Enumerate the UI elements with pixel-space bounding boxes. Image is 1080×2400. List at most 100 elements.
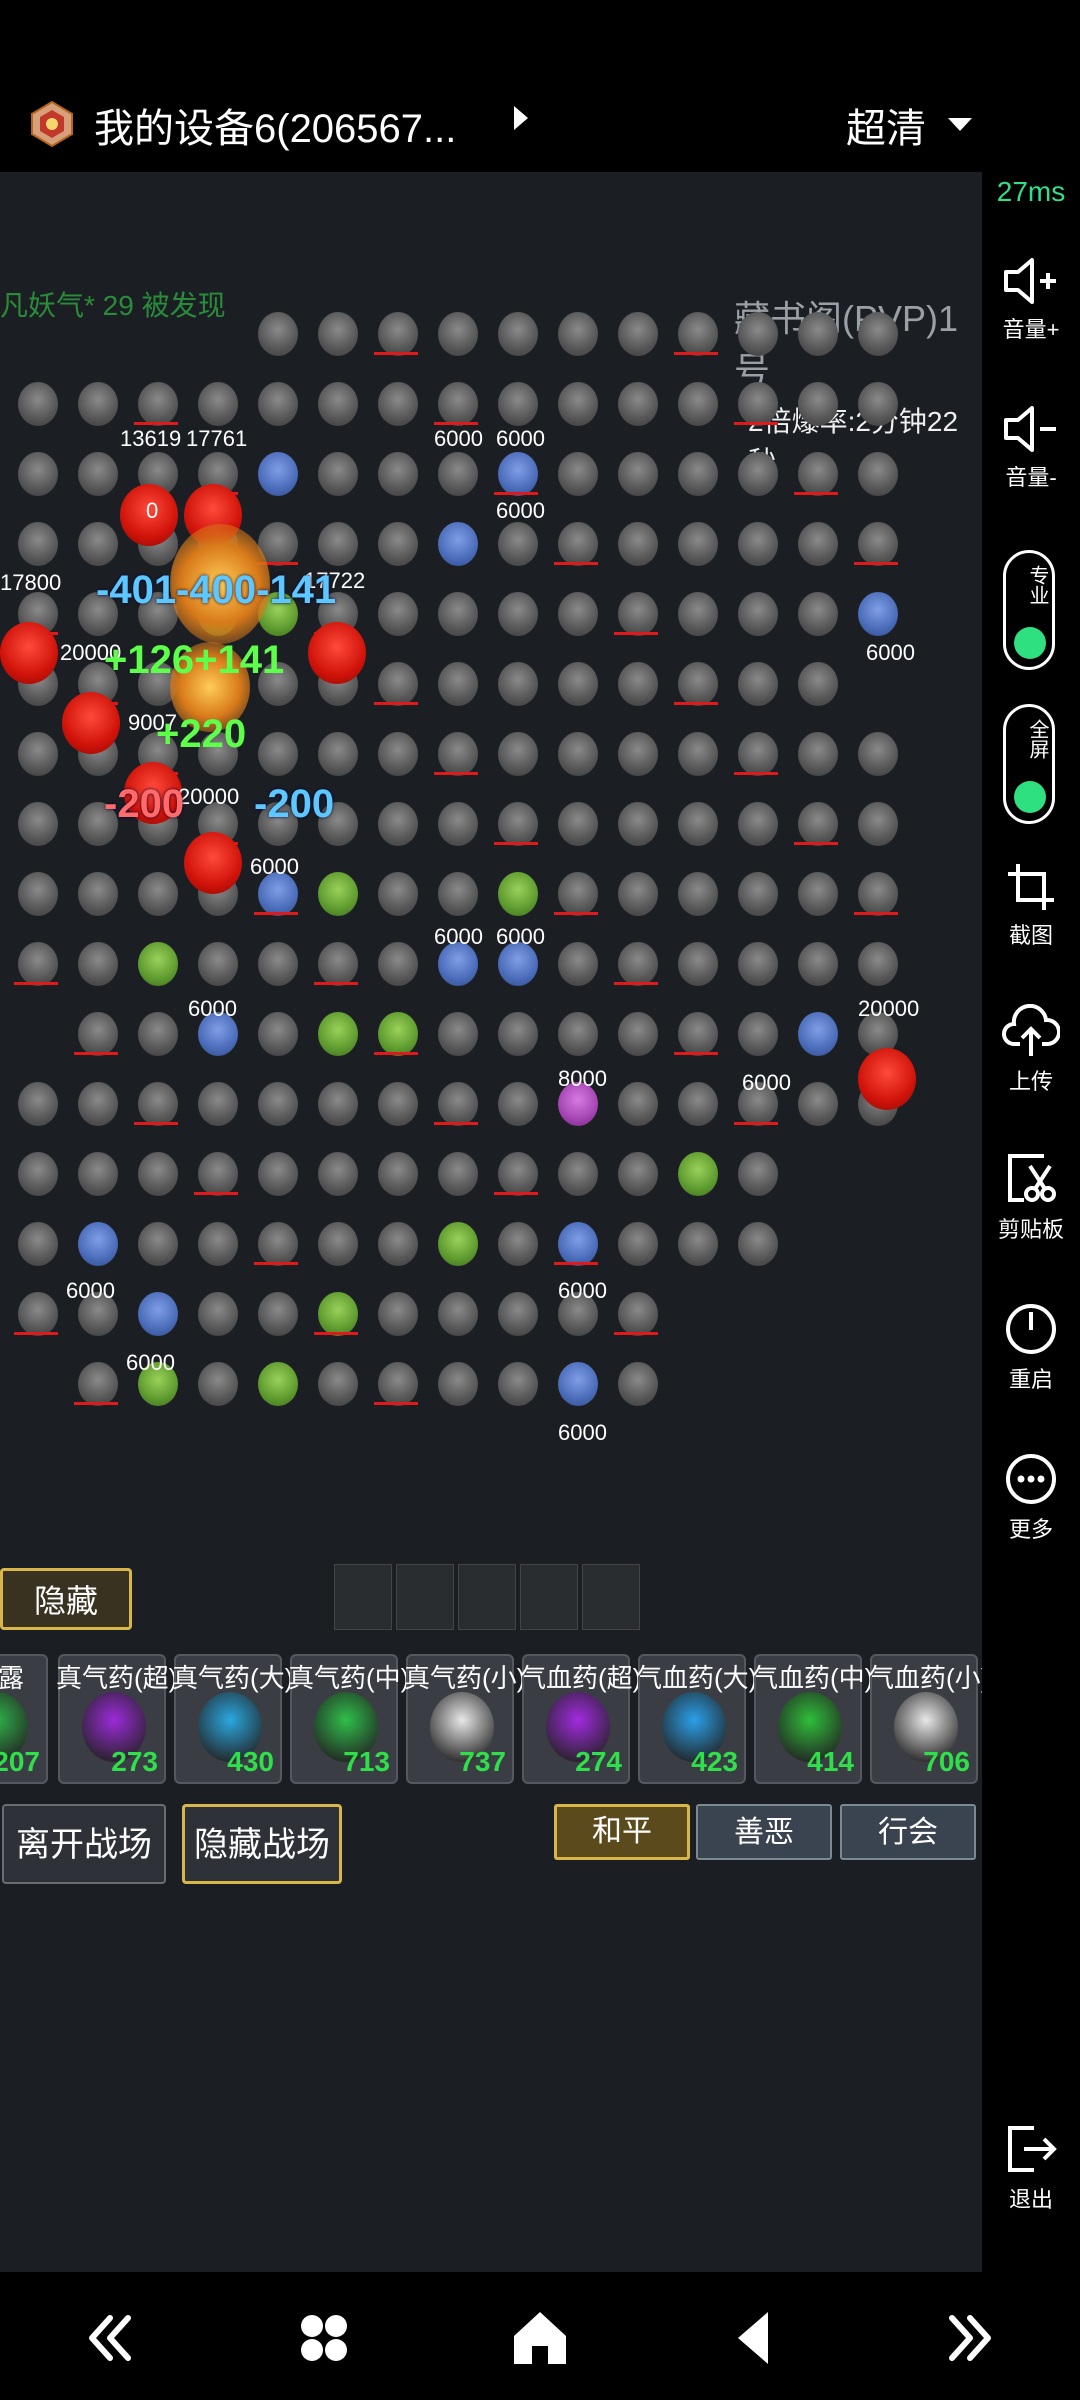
monster-sprite[interactable]: [678, 382, 718, 426]
monster-sprite[interactable]: [318, 942, 358, 986]
monster-sprite[interactable]: [438, 382, 478, 426]
monster-sprite[interactable]: [318, 1362, 358, 1406]
monster-sprite[interactable]: [678, 732, 718, 776]
double-right-arrow-icon[interactable]: [940, 2308, 1000, 2368]
monster-sprite[interactable]: [498, 522, 538, 566]
monster-sprite[interactable]: [738, 592, 778, 636]
monster-sprite[interactable]: [438, 732, 478, 776]
monster-sprite[interactable]: [498, 732, 538, 776]
pro-mode-toggle[interactable]: 专业: [1003, 550, 1055, 670]
monster-sprite[interactable]: [498, 1362, 538, 1406]
monster-sprite[interactable]: [858, 382, 898, 426]
monster-sprite[interactable]: [438, 452, 478, 496]
monster-sprite[interactable]: [378, 872, 418, 916]
monster-sprite[interactable]: [558, 1012, 598, 1056]
monster-sprite[interactable]: [318, 1292, 358, 1336]
monster-sprite[interactable]: [318, 1012, 358, 1056]
monster-sprite[interactable]: [438, 1222, 478, 1266]
monster-sprite[interactable]: [378, 1012, 418, 1056]
monster-sprite[interactable]: [498, 382, 538, 426]
monster-sprite[interactable]: [318, 522, 358, 566]
monster-sprite[interactable]: [138, 382, 178, 426]
monster-sprite[interactable]: [498, 452, 538, 496]
boss-monster[interactable]: [184, 832, 242, 894]
monster-sprite[interactable]: [378, 312, 418, 356]
hide-button[interactable]: 隐藏: [0, 1568, 132, 1630]
monster-sprite[interactable]: [198, 942, 238, 986]
monster-sprite[interactable]: [738, 1222, 778, 1266]
monster-sprite[interactable]: [378, 802, 418, 846]
monster-sprite[interactable]: [198, 1082, 238, 1126]
monster-sprite[interactable]: [198, 1222, 238, 1266]
potion-slot[interactable]: 真气药(小) 737: [404, 1654, 525, 1784]
volume-down-button[interactable]: 音量-: [982, 404, 1080, 492]
monster-sprite[interactable]: [738, 942, 778, 986]
monster-sprite[interactable]: [558, 452, 598, 496]
monster-sprite[interactable]: [618, 942, 658, 986]
monster-sprite[interactable]: [558, 872, 598, 916]
monster-sprite[interactable]: [138, 942, 178, 986]
monster-sprite[interactable]: [18, 1222, 58, 1266]
screenshot-button[interactable]: 截图: [982, 862, 1080, 950]
monster-sprite[interactable]: [198, 1152, 238, 1196]
monster-sprite[interactable]: [498, 1222, 538, 1266]
potion-slot[interactable]: 气血药(大) 423: [636, 1654, 757, 1784]
monster-sprite[interactable]: [378, 1152, 418, 1196]
monster-sprite[interactable]: [558, 942, 598, 986]
mode-good-evil-button[interactable]: 善恶: [696, 1804, 832, 1860]
more-button[interactable]: 更多: [982, 1452, 1080, 1544]
skill-slot[interactable]: [458, 1564, 516, 1630]
monster-sprite[interactable]: [18, 382, 58, 426]
monster-sprite[interactable]: [498, 872, 538, 916]
monster-sprite[interactable]: [258, 1152, 298, 1196]
monster-sprite[interactable]: [618, 312, 658, 356]
monster-sprite[interactable]: [138, 1082, 178, 1126]
mode-guild-button[interactable]: 行会: [840, 1804, 976, 1860]
monster-sprite[interactable]: [558, 1362, 598, 1406]
monster-sprite[interactable]: [498, 1082, 538, 1126]
monster-sprite[interactable]: [438, 592, 478, 636]
monster-sprite[interactable]: [678, 872, 718, 916]
boss-monster[interactable]: [308, 622, 366, 684]
monster-sprite[interactable]: [678, 1152, 718, 1196]
monster-sprite[interactable]: [558, 312, 598, 356]
monster-sprite[interactable]: [18, 1082, 58, 1126]
monster-sprite[interactable]: [498, 312, 538, 356]
play-arrow-icon[interactable]: [514, 106, 528, 130]
monster-sprite[interactable]: [198, 1362, 238, 1406]
monster-sprite[interactable]: [558, 382, 598, 426]
monster-sprite[interactable]: [798, 662, 838, 706]
monster-sprite[interactable]: [258, 312, 298, 356]
monster-sprite[interactable]: [438, 1292, 478, 1336]
monster-sprite[interactable]: [78, 1362, 118, 1406]
monster-sprite[interactable]: [378, 1362, 418, 1406]
monster-sprite[interactable]: [798, 312, 838, 356]
monster-sprite[interactable]: [558, 1222, 598, 1266]
monster-sprite[interactable]: [438, 1152, 478, 1196]
monster-sprite[interactable]: [798, 802, 838, 846]
monster-sprite[interactable]: [378, 1082, 418, 1126]
monster-sprite[interactable]: [678, 592, 718, 636]
monster-sprite[interactable]: [678, 802, 718, 846]
monster-sprite[interactable]: [18, 1152, 58, 1196]
boss-monster[interactable]: [858, 1048, 916, 1110]
monster-sprite[interactable]: [678, 1082, 718, 1126]
monster-sprite[interactable]: [138, 872, 178, 916]
monster-sprite[interactable]: [858, 872, 898, 916]
monster-sprite[interactable]: [18, 802, 58, 846]
monster-sprite[interactable]: [258, 1362, 298, 1406]
monster-sprite[interactable]: [738, 522, 778, 566]
monster-sprite[interactable]: [798, 942, 838, 986]
monster-sprite[interactable]: [618, 662, 658, 706]
device-title[interactable]: 我的设备6(206567...: [94, 96, 456, 154]
monster-sprite[interactable]: [858, 732, 898, 776]
monster-sprite[interactable]: [618, 1222, 658, 1266]
monster-sprite[interactable]: [78, 872, 118, 916]
monster-sprite[interactable]: [678, 312, 718, 356]
potion-slot[interactable]: 真气药(中) 713: [288, 1654, 409, 1784]
game-viewport[interactable]: 凡妖气* 29 被发现 藏书阁(PVP)1号 2倍爆率:2分钟22秒 13619…: [0, 172, 982, 2272]
monster-sprite[interactable]: [798, 732, 838, 776]
monster-sprite[interactable]: [558, 522, 598, 566]
monster-sprite[interactable]: [318, 872, 358, 916]
hide-battle-button[interactable]: 隐藏战场: [182, 1804, 342, 1884]
